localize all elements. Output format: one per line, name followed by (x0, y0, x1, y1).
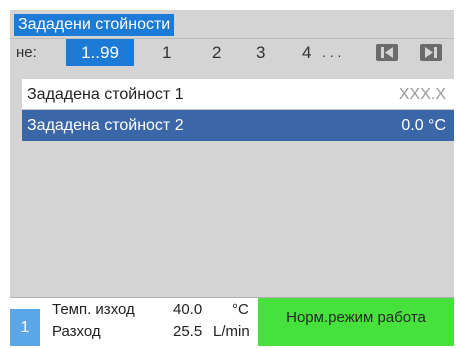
list-item-value: XXX.X (398, 86, 446, 103)
skip-forward-icon[interactable] (420, 44, 442, 61)
temp-label: Темп. изход (52, 301, 135, 318)
screen-frame: Зададени стойности не: 1..99 1 2 3 4 . .… (10, 10, 454, 346)
status-bar: 1 Темп. изход 40.0 °C Разход 25.5 L/min … (10, 297, 454, 346)
list-item[interactable]: Зададена стойност 1 XXX.X (22, 79, 454, 110)
list-item-selected[interactable]: Зададена стойност 2 0.0 °C (22, 110, 454, 141)
nav-page-1[interactable]: 1 (162, 39, 171, 66)
nav-range-selected[interactable]: 1..99 (66, 39, 134, 66)
flow-value: 25.5 (173, 323, 203, 340)
list-item-label: Зададена стойност 1 (27, 86, 184, 103)
skip-back-icon[interactable] (376, 44, 398, 61)
page-navigation: не: 1..99 1 2 3 4 . . . (10, 38, 454, 66)
nav-page-2[interactable]: 2 (212, 39, 221, 66)
list-item-label: Зададена стойност 2 (27, 117, 184, 134)
temp-unit: °C (232, 301, 249, 318)
temp-value: 40.0 (173, 301, 203, 318)
setpoint-list: Зададена стойност 1 XXX.X Зададена стойн… (22, 79, 454, 141)
nav-page-3[interactable]: 3 (256, 39, 265, 66)
list-item-value: 0.0 °C (401, 117, 446, 134)
page-title: Зададени стойности (14, 14, 175, 36)
nav-page-4[interactable]: 4 (302, 39, 311, 66)
flow-label: Разход (52, 323, 101, 340)
channel-badge: 1 (10, 309, 40, 346)
operating-mode-indicator: Норм.режим работа (258, 298, 454, 346)
nav-ellipsis: . . . (322, 44, 342, 60)
flow-unit: L/min (213, 323, 250, 340)
nav-label: не: (16, 44, 37, 61)
title-bar: Зададени стойности (10, 10, 454, 38)
